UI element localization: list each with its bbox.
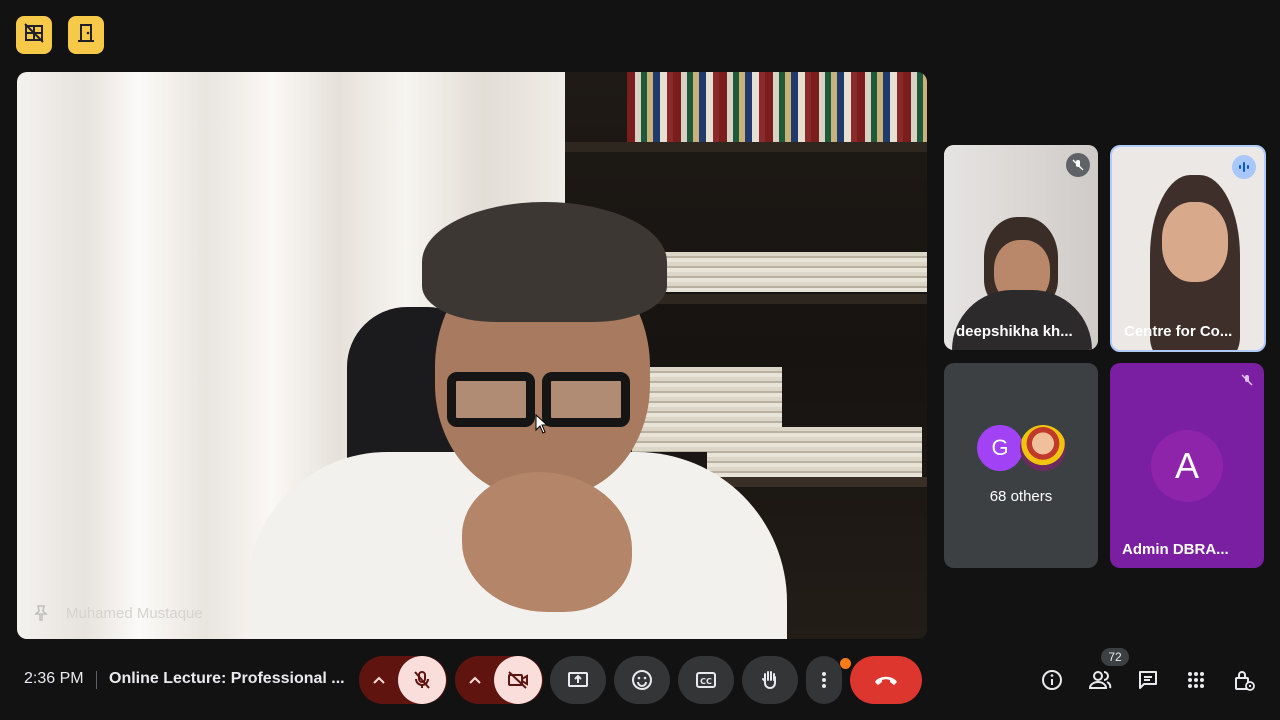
captions-button[interactable]: CC	[678, 656, 734, 704]
others-count-label: 68 others	[989, 488, 1053, 505]
raise-hand-button[interactable]	[742, 656, 798, 704]
host-controls-icon	[1235, 671, 1255, 691]
camera-off-icon	[508, 671, 528, 689]
end-call-icon	[875, 676, 897, 685]
clock-time: 2:36 PM	[24, 670, 84, 687]
activities-button[interactable]	[1180, 664, 1212, 696]
participant-tile-active-speaker[interactable]: Centre for Co...	[1110, 145, 1266, 352]
mic-off-icon	[414, 671, 430, 689]
leave-call-button[interactable]	[850, 656, 922, 704]
book-row	[627, 72, 927, 142]
more-options-icon	[822, 672, 826, 688]
avatar: A	[1151, 430, 1223, 502]
divider	[96, 671, 97, 689]
mic-toggle-button[interactable]	[398, 656, 446, 704]
muted-indicator	[1066, 153, 1090, 177]
meeting-title[interactable]: Online Lecture: Professional ...	[109, 670, 345, 688]
notification-dot	[840, 658, 851, 669]
captions-icon: CC	[696, 672, 716, 688]
present-screen-button[interactable]	[550, 656, 606, 704]
audio-options-button[interactable]	[359, 656, 399, 704]
chat-button[interactable]	[1132, 664, 1164, 696]
avatar: G	[977, 425, 1023, 471]
participant-tile[interactable]: A Admin DBRA...	[1110, 363, 1264, 568]
main-video-feed[interactable]	[17, 72, 927, 639]
meeting-details-button[interactable]	[1036, 664, 1068, 696]
person-hair	[422, 202, 667, 322]
camera-toggle-button[interactable]	[494, 656, 542, 704]
mic-control-group	[359, 656, 447, 704]
mouse-cursor-icon	[535, 414, 549, 434]
glasses	[542, 372, 630, 427]
participant-tile[interactable]: deepshikha kh...	[944, 145, 1098, 350]
people-icon	[1088, 671, 1112, 689]
chevron-up-icon	[373, 676, 385, 684]
glasses	[447, 372, 535, 427]
participant-name: Admin DBRA...	[1122, 541, 1229, 558]
others-tile[interactable]: G 68 others	[944, 363, 1098, 568]
host-controls-button[interactable]	[1228, 664, 1260, 696]
chat-icon	[1139, 671, 1157, 689]
book-stack	[647, 252, 927, 292]
avatar	[1020, 425, 1066, 471]
pin-icon[interactable]	[32, 604, 50, 627]
mic-off-icon	[1072, 159, 1084, 171]
emoji-icon	[632, 670, 652, 690]
people-button[interactable]	[1084, 664, 1116, 696]
speaking-indicator	[1232, 155, 1256, 179]
send-reaction-button[interactable]	[614, 656, 670, 704]
audio-bars-icon	[1239, 162, 1249, 172]
shelf-board	[565, 142, 927, 152]
activities-icon	[1188, 672, 1204, 688]
participant-count-badge: 72	[1101, 648, 1129, 666]
person-face	[1162, 202, 1228, 282]
paper-stack	[707, 427, 922, 477]
svg-text:CC: CC	[700, 677, 712, 686]
more-options-button[interactable]	[806, 656, 842, 704]
present-screen-icon	[568, 672, 588, 687]
hide-tiles-button[interactable]	[16, 16, 52, 54]
participant-name: Centre for Co...	[1124, 323, 1233, 340]
mic-off-icon	[1241, 374, 1253, 386]
muted-indicator	[1240, 373, 1254, 392]
video-options-button[interactable]	[455, 656, 495, 704]
main-participant-name: Muhamed Mustaque	[66, 605, 203, 622]
camera-control-group	[455, 656, 543, 704]
participant-name: deepshikha kh...	[956, 323, 1073, 340]
no-video-grid-icon	[24, 22, 44, 48]
raise-hand-icon	[762, 671, 776, 689]
door-exit-icon	[76, 23, 96, 48]
info-icon	[1042, 670, 1062, 690]
chevron-up-icon	[469, 676, 481, 684]
leave-breakout-button[interactable]	[68, 16, 104, 54]
